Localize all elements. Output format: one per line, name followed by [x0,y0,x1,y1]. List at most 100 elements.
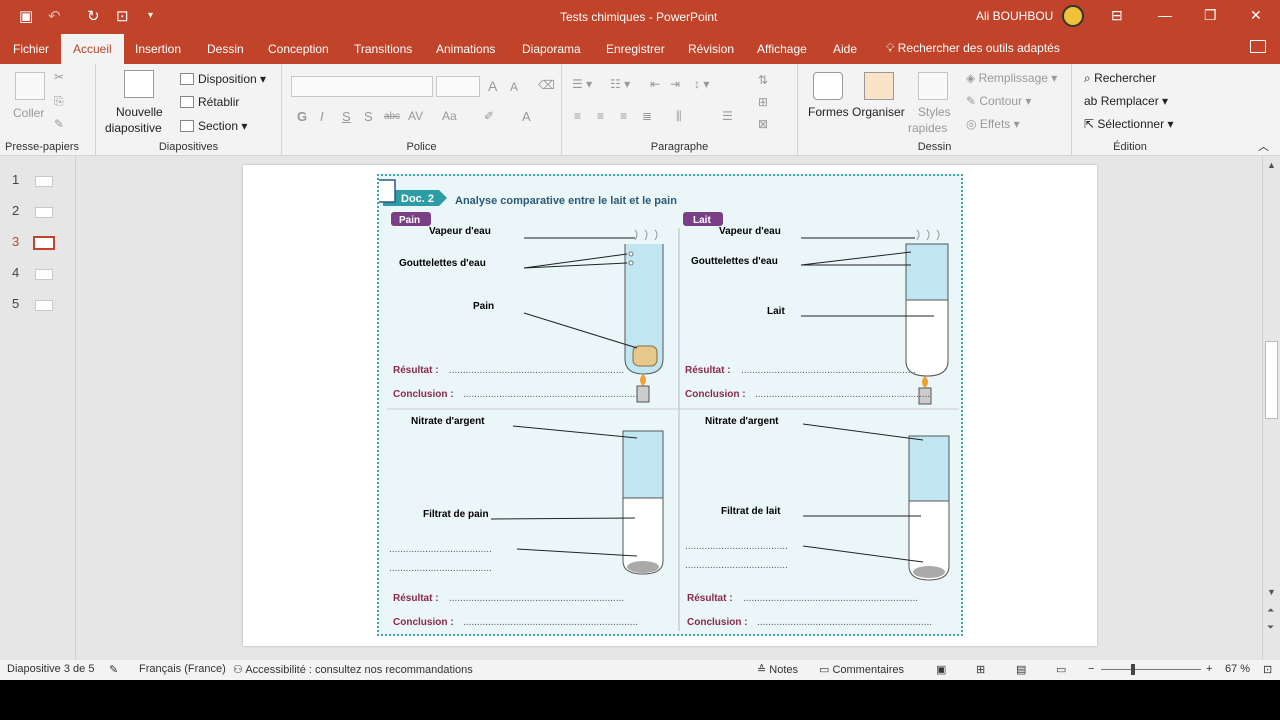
align-right-icon[interactable]: ≡ [620,109,627,123]
accessibility-status[interactable]: ⚇ Accessibilité : consultez nos recomman… [233,663,473,676]
shapes-icon[interactable] [813,72,843,100]
arrange-icon[interactable] [864,72,894,100]
tab-conception[interactable]: Conception [268,42,329,56]
comments-button[interactable]: ▭ Commentaires [819,663,904,676]
avatar[interactable] [1062,5,1084,27]
new-slide-button-line2[interactable]: diapositive [105,121,162,135]
increase-indent-icon[interactable]: ⇥ [670,77,680,91]
new-slide-icon[interactable] [124,70,154,98]
tab-transitions[interactable]: Transitions [354,42,412,56]
shadow-button[interactable]: S [364,109,373,124]
normal-view-icon[interactable]: ▣ [936,663,946,676]
tab-insertion[interactable]: Insertion [135,42,181,56]
reset-button[interactable]: Rétablir [180,95,239,109]
tab-revision[interactable]: Révision [688,42,734,56]
shape-effects-button[interactable]: ◎ Effets ▾ [966,117,1020,131]
redo-icon[interactable]: ↻ [87,7,100,25]
cut-icon[interactable]: ✂ [54,70,64,84]
scrollbar-thumb[interactable] [1265,341,1278,419]
close-icon[interactable]: ✕ [1250,7,1262,24]
columns-icon[interactable]: ⫼ [676,109,682,124]
reading-view-icon[interactable]: ▤ [1016,663,1026,676]
text-direction-icon[interactable]: ⇅ [758,73,768,87]
quick-styles-button-line2[interactable]: rapides [908,121,947,135]
thumbnail-slide-3[interactable] [33,236,55,250]
smartart-icon[interactable]: ⊠ [758,117,768,131]
spellcheck-icon[interactable]: ✎ [109,663,118,676]
thumbnail-slide-2[interactable] [35,207,53,218]
tab-affichage[interactable]: Affichage [757,42,807,56]
change-case-button[interactable]: Aa [442,109,457,123]
tab-fichier[interactable]: Fichier [13,42,49,56]
section-button[interactable]: Section ▾ [180,119,247,133]
user-name[interactable]: Ali BOUHBOU [976,9,1053,23]
zoom-in-icon[interactable]: + [1206,663,1212,675]
tab-diaporama[interactable]: Diaporama [522,42,581,56]
fit-slide-icon[interactable]: ⊡ [1263,663,1272,676]
thumbnail-slide-4[interactable] [35,269,53,280]
align-text-icon[interactable]: ⊞ [758,95,768,109]
next-slide-icon[interactable]: ⏷ [1267,622,1274,633]
tab-animations[interactable]: Animations [436,42,495,56]
highlight-icon[interactable]: ✐ [484,109,494,123]
language-indicator[interactable]: Français (France) [139,663,226,675]
slide-canvas[interactable]: Doc. 2 Analyse comparative entre le lait… [243,165,1097,646]
copy-icon[interactable]: ⎘ [54,94,64,109]
zoom-out-icon[interactable]: − [1088,663,1094,675]
zoom-slider-thumb[interactable] [1131,664,1135,675]
font-size-combo[interactable] [436,76,480,97]
thumbnail-slide-1[interactable] [35,176,53,187]
restore-icon[interactable]: ❐ [1204,7,1217,24]
paste-icon[interactable] [15,72,45,100]
quick-styles-icon[interactable] [918,72,948,100]
paste-button[interactable]: Coller [13,106,44,120]
grow-font-button[interactable]: A [488,78,497,94]
bullets-icon[interactable]: ☰ ▾ [572,77,592,91]
vertical-scrollbar[interactable]: ▲ ▼ ⏶ ⏷ [1262,156,1280,660]
comments-icon[interactable] [1250,40,1266,53]
collapse-ribbon-icon[interactable]: ︿ [1258,138,1269,154]
format-painter-icon[interactable]: ✎ [54,117,64,131]
customize-qat-icon[interactable]: ▾ [148,10,153,21]
char-spacing-button[interactable]: AV [408,109,423,123]
scroll-down-icon[interactable]: ▼ [1267,587,1276,597]
slide-sorter-icon[interactable]: ⊞ [976,663,985,676]
arrange-button[interactable]: Organiser [852,105,905,119]
undo-icon[interactable]: ↶ [48,7,61,25]
zoom-level[interactable]: 67 % [1225,663,1250,675]
find-button[interactable]: ⌕ Rechercher [1084,71,1156,86]
numbering-icon[interactable]: ☷ ▾ [610,77,630,91]
shrink-font-button[interactable]: A [510,80,518,94]
save-icon[interactable]: ▣ [19,7,33,25]
present-icon[interactable]: ⊡ [116,7,129,25]
thumbnail-slide-5[interactable] [35,300,53,311]
paragraph-options-icon[interactable]: ☰ [722,109,733,123]
replace-button[interactable]: ab Remplacer ▾ [1084,94,1168,108]
shape-outline-button[interactable]: ✎ Contour ▾ [966,94,1031,108]
bold-button[interactable]: G [297,109,307,124]
previous-slide-icon[interactable]: ⏶ [1267,605,1274,616]
font-name-combo[interactable] [291,76,433,97]
shapes-button[interactable]: Formes [808,105,849,119]
scroll-up-icon[interactable]: ▲ [1267,160,1276,170]
align-center-icon[interactable]: ≡ [597,109,604,123]
layout-button[interactable]: Disposition ▾ [180,72,266,86]
align-left-icon[interactable]: ≡ [574,109,581,123]
quick-styles-button[interactable]: Styles [918,105,951,119]
new-slide-button[interactable]: Nouvelle [116,105,163,119]
strikethrough-button[interactable]: abc [384,111,400,122]
shape-fill-button[interactable]: ◈ Remplissage ▾ [966,71,1057,85]
font-color-button[interactable]: A [522,109,531,124]
decrease-indent-icon[interactable]: ⇤ [650,77,660,91]
tab-accueil[interactable]: Accueil [61,34,124,64]
notes-button[interactable]: ≙ Notes [757,663,798,676]
tab-enregistrer[interactable]: Enregistrer [606,42,665,56]
select-button[interactable]: ⇱ Sélectionner ▾ [1084,117,1173,131]
tab-aide[interactable]: Aide [833,42,857,56]
tell-me-search[interactable]: 💡︎ Rechercher des outils adaptés [886,41,1060,56]
italic-button[interactable]: I [320,109,324,124]
minimize-icon[interactable]: — [1158,7,1172,23]
ribbon-display-icon[interactable]: ⊟ [1111,7,1123,24]
clear-format-icon[interactable]: ⌫ [538,78,555,92]
tab-dessin[interactable]: Dessin [207,42,244,56]
